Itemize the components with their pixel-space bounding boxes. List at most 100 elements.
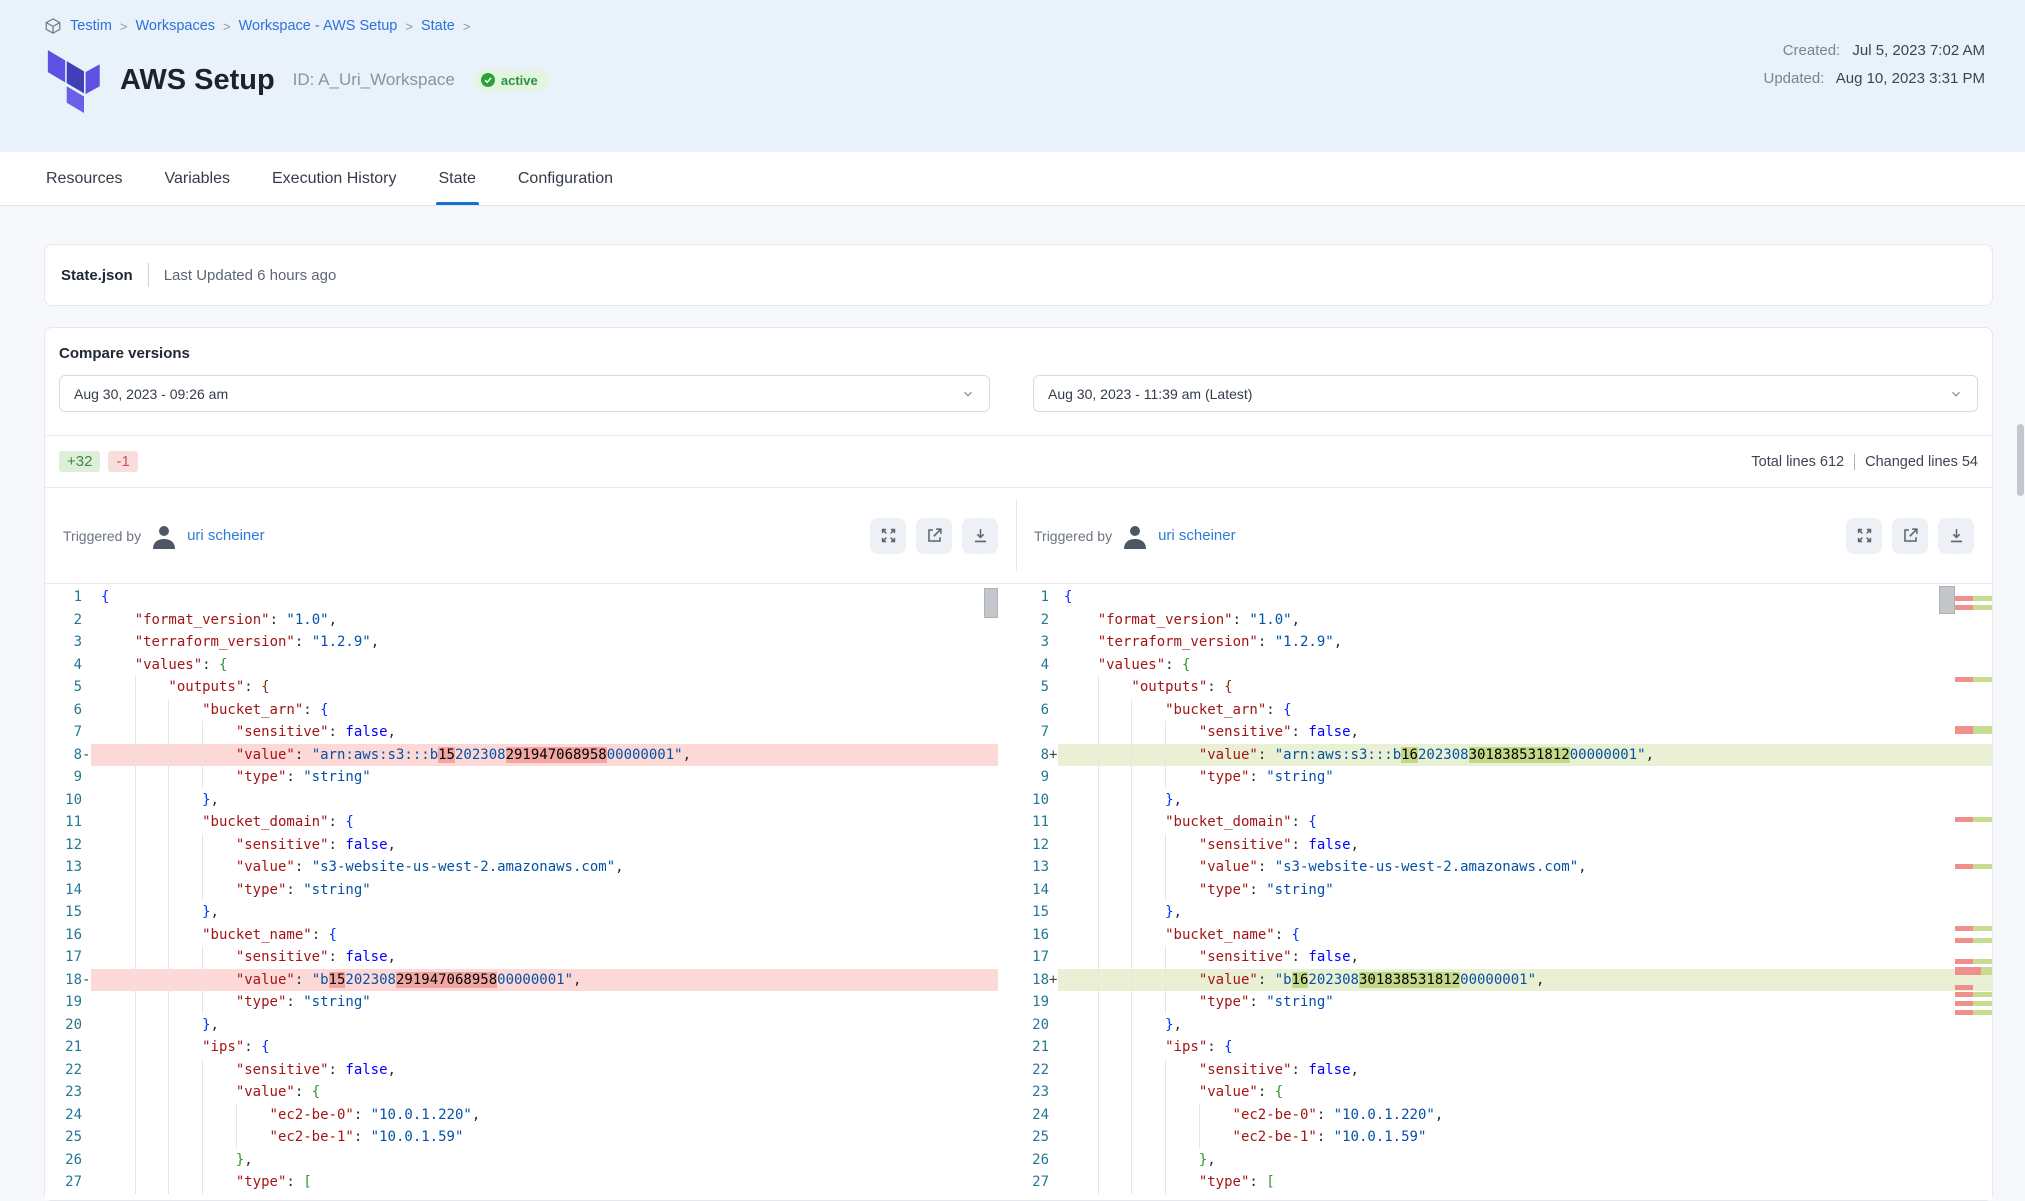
- breadcrumb: Testim > Workspaces > Workspace - AWS Se…: [44, 0, 2025, 35]
- line-number: 19: [1031, 991, 1058, 1014]
- code-line: 18-"value": "b15202308291947068958000000…: [45, 969, 998, 992]
- code-line: 5"outputs": {: [45, 676, 998, 699]
- line-number: 23: [45, 1081, 91, 1104]
- deletions-badge: -1: [108, 451, 137, 472]
- chevron-down-icon: [1949, 387, 1963, 401]
- line-number: 24: [45, 1104, 91, 1127]
- version-select-right[interactable]: Aug 30, 2023 - 11:39 am (Latest): [1033, 375, 1978, 412]
- scrollbar-thumb[interactable]: [984, 588, 998, 618]
- tab-execution-history[interactable]: Execution History: [272, 152, 397, 205]
- line-number: 11: [1031, 811, 1058, 834]
- code-line: 21"ips": {: [1031, 1036, 1992, 1059]
- line-number: 1: [1031, 586, 1058, 609]
- diff-ruler-mark: [1955, 1010, 1992, 1015]
- tab-configuration[interactable]: Configuration: [518, 152, 613, 205]
- code-line: 19"type": "string": [1031, 991, 1992, 1014]
- open-external-button[interactable]: [1892, 518, 1928, 554]
- page-scrollbar-thumb[interactable]: [2017, 424, 2024, 496]
- code-line: 10},: [45, 789, 998, 812]
- triggered-row: Triggered by uri scheiner: [45, 487, 1992, 583]
- diff-ruler-mark: [1955, 926, 1992, 931]
- diff-ruler-mark: [1955, 985, 1973, 990]
- breadcrumb-link-workspace[interactable]: Workspace - AWS Setup: [239, 18, 398, 34]
- line-number: 19: [45, 991, 91, 1014]
- code-line: 25"ec2-be-1": "10.0.1.59": [45, 1126, 998, 1149]
- code-line: 11"bucket_domain": {: [1031, 811, 1992, 834]
- tab-variables[interactable]: Variables: [164, 152, 230, 205]
- code-line: 27"type": [: [1031, 1171, 1992, 1194]
- code-line: 6"bucket_arn": {: [45, 699, 998, 722]
- line-number: 18-: [45, 969, 91, 992]
- total-lines: Total lines 612: [1751, 454, 1844, 470]
- line-number: 25: [45, 1126, 91, 1149]
- line-number: 8+: [1031, 744, 1058, 767]
- code-line: 27"type": [: [45, 1171, 998, 1194]
- triggered-user-link[interactable]: uri scheiner: [1158, 527, 1236, 544]
- chevron-down-icon: [961, 387, 975, 401]
- additions-badge: +32: [59, 451, 100, 472]
- line-number: 25: [1031, 1126, 1058, 1149]
- code-line: 13"value": "s3-website-us-west-2.amazona…: [1031, 856, 1992, 879]
- code-line: 13"value": "s3-website-us-west-2.amazona…: [45, 856, 998, 879]
- line-number: 10: [1031, 789, 1058, 812]
- code-line: 14"type": "string": [1031, 879, 1992, 902]
- scrollbar-thumb[interactable]: [1939, 586, 1955, 614]
- expand-button[interactable]: [1846, 518, 1882, 554]
- download-button[interactable]: [1938, 518, 1974, 554]
- code-line: 22"sensitive": false,: [1031, 1059, 1992, 1082]
- line-number: 20: [1031, 1014, 1058, 1037]
- code-line: 14"type": "string": [45, 879, 998, 902]
- terraform-logo: [44, 47, 102, 113]
- diff-ruler-mark: [1955, 938, 1992, 943]
- code-line: 9"type": "string": [1031, 766, 1992, 789]
- diff-ruler-mark: [1955, 1001, 1992, 1006]
- diff-editor: 1{2"format_version": "1.0",3"terraform_v…: [45, 583, 1992, 1200]
- tab-state[interactable]: State: [439, 152, 476, 205]
- breadcrumb-link-testim[interactable]: Testim: [70, 18, 112, 34]
- line-number: 17: [45, 946, 91, 969]
- breadcrumb-link-state[interactable]: State: [421, 18, 455, 34]
- diff-ruler-mark: [1955, 726, 1992, 734]
- diff-ruler-mark: [1955, 967, 1992, 975]
- code-line: 25"ec2-be-1": "10.0.1.59": [1031, 1126, 1992, 1149]
- code-line: 3"terraform_version": "1.2.9",: [1031, 631, 1992, 654]
- header-meta: Created: Jul 5, 2023 7:02 AM Updated: Au…: [1763, 42, 1985, 98]
- code-line: 2"format_version": "1.0",: [45, 609, 998, 632]
- line-number: 2: [1031, 609, 1058, 632]
- code-line: 10},: [1031, 789, 1992, 812]
- line-number: 15: [45, 901, 91, 924]
- code-line: 16"bucket_name": {: [45, 924, 998, 947]
- page-title: AWS Setup: [120, 64, 275, 97]
- breadcrumb-link-workspaces[interactable]: Workspaces: [136, 18, 216, 34]
- cube-icon: [44, 17, 62, 35]
- triggered-by-label: Triggered by: [1034, 528, 1112, 544]
- code-line: 11"bucket_domain": {: [45, 811, 998, 834]
- avatar: [1122, 523, 1148, 549]
- code-line: 20},: [45, 1014, 998, 1037]
- line-number: 3: [1031, 631, 1058, 654]
- line-number: 4: [45, 654, 91, 677]
- code-line: 4"values": {: [45, 654, 998, 677]
- triggered-by-label: Triggered by: [63, 528, 141, 544]
- tab-resources[interactable]: Resources: [46, 152, 122, 205]
- line-number: 7: [45, 721, 91, 744]
- code-line: 24"ec2-be-0": "10.0.1.220",: [1031, 1104, 1992, 1127]
- expand-button[interactable]: [870, 518, 906, 554]
- line-number: 8-: [45, 744, 91, 767]
- main-content: State.json Last Updated 6 hours ago Comp…: [0, 206, 2025, 1201]
- code-line: 19"type": "string": [45, 991, 998, 1014]
- avatar: [151, 523, 177, 549]
- diff-ruler-mark: [1955, 959, 1992, 964]
- chevron-right-icon: >: [463, 19, 471, 34]
- triggered-user-link[interactable]: uri scheiner: [187, 527, 265, 544]
- open-external-button[interactable]: [916, 518, 952, 554]
- page-header: Testim > Workspaces > Workspace - AWS Se…: [0, 0, 2025, 152]
- changed-lines: Changed lines 54: [1865, 454, 1978, 470]
- line-number: 18+: [1031, 969, 1058, 992]
- line-number: 23: [1031, 1081, 1058, 1104]
- version-select-left[interactable]: Aug 30, 2023 - 09:26 am: [59, 375, 990, 412]
- triggered-right: Triggered by uri scheiner: [1016, 488, 1992, 583]
- code-line: 20},: [1031, 1014, 1992, 1037]
- line-number: 10: [45, 789, 91, 812]
- download-button[interactable]: [962, 518, 998, 554]
